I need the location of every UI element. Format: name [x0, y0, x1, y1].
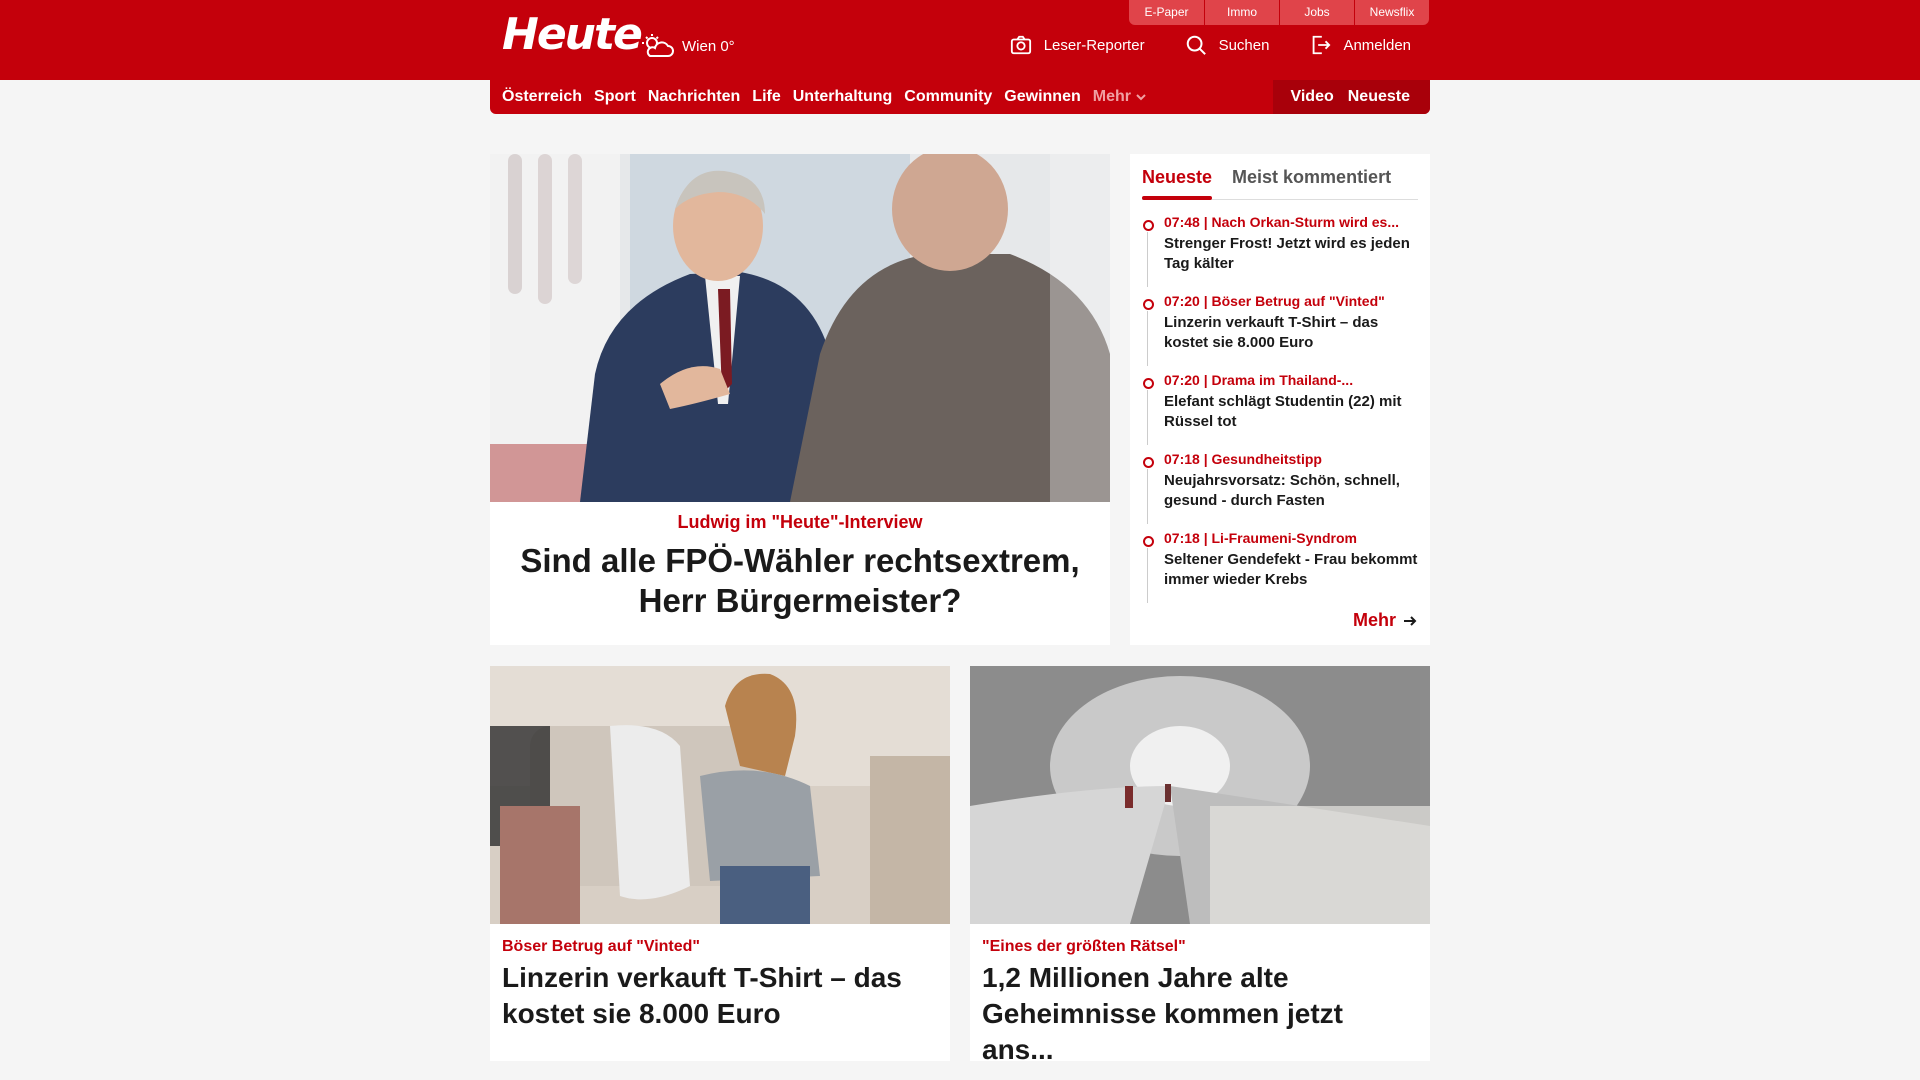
leser-reporter-button[interactable]: Leser-Reporter	[1010, 34, 1145, 56]
article-image[interactable]	[970, 666, 1430, 924]
sidebar-more-link[interactable]: Mehr	[1353, 610, 1418, 631]
header-actions: Leser-Reporter Suchen Anmelden	[1010, 34, 1411, 56]
list-item-meta: 07:20 | Böser Betrug auf "Vinted"	[1164, 293, 1385, 309]
list-item-meta: 07:20 | Drama im Thailand-...	[1164, 372, 1354, 388]
nav-item-community[interactable]: Community	[904, 88, 992, 106]
hero-article[interactable]: Ludwig im "Heute"-Interview Sind alle FP…	[490, 154, 1110, 645]
nav-item-nachrichten[interactable]: Nachrichten	[648, 88, 740, 106]
list-item-meta: 07:18 | Li-Fraumeni-Syndrom	[1164, 530, 1357, 546]
nav-item-gewinnen[interactable]: Gewinnen	[1004, 88, 1080, 106]
list-item[interactable]: 07:20 | Drama im Thailand-... Elefant sc…	[1142, 372, 1422, 451]
list-item[interactable]: 07:20 | Böser Betrug auf "Vinted" Linzer…	[1142, 293, 1422, 372]
immo-link[interactable]: Immo	[1204, 0, 1279, 25]
partly-cloudy-icon	[642, 34, 674, 57]
news-timeline: 07:48 | Nach Orkan-Sturm wird es... Stre…	[1142, 214, 1422, 609]
hero-image[interactable]	[490, 154, 1110, 502]
list-item[interactable]: 07:18 | Gesundheitstipp Neujahrsvorsatz:…	[1142, 451, 1422, 530]
header-bar	[0, 0, 1920, 80]
ice-tunnel-photo	[970, 666, 1430, 924]
main-nav: Österreich Sport Nachrichten Life Unterh…	[490, 80, 1430, 114]
tab-neueste[interactable]: Neueste	[1142, 154, 1213, 200]
arrow-right-icon	[1404, 615, 1417, 626]
sidebar-more-label: Mehr	[1352, 610, 1396, 630]
nav-item-sport[interactable]: Sport	[594, 88, 636, 106]
service-links: E-Paper Immo Jobs Newsflix	[1129, 0, 1429, 25]
search-icon	[1186, 35, 1206, 55]
nav-more-label: Mehr	[1092, 88, 1131, 105]
login-icon	[1313, 35, 1331, 55]
login-label: Anmelden	[1343, 36, 1411, 54]
search-label: Suchen	[1218, 36, 1270, 54]
article-headline[interactable]: 1,2 Millionen Jahre alte Geheimnisse kom…	[982, 960, 1418, 1068]
interview-photo	[490, 154, 1110, 502]
list-item-headline[interactable]: Elefant schlägt Studentin (22) mit Rüsse…	[1164, 392, 1422, 432]
chevron-down-icon	[1136, 94, 1146, 101]
article-image[interactable]	[490, 666, 950, 924]
nav-item-life[interactable]: Life	[752, 88, 780, 106]
clothes-photo	[490, 666, 950, 924]
nav-highlight-box: Video Neueste	[1273, 80, 1430, 114]
nav-item-unterhaltung[interactable]: Unterhaltung	[793, 88, 893, 106]
weather-label: Wien 0°	[682, 37, 735, 55]
hero-kicker[interactable]: Ludwig im "Heute"-Interview	[490, 512, 1110, 533]
news-ticker-sidebar: Neueste Meist kommentiert 07:48 | Nach O…	[1130, 154, 1430, 645]
nav-video-link[interactable]: Video	[1290, 88, 1333, 106]
article-kicker[interactable]: "Eines der größten Rätsel"	[982, 938, 1186, 956]
epaper-link[interactable]: E-Paper	[1129, 0, 1204, 25]
list-item-meta: 07:48 | Nach Orkan-Sturm wird es...	[1164, 214, 1399, 230]
list-item-meta: 07:18 | Gesundheitstipp	[1164, 451, 1322, 467]
list-item[interactable]: 07:18 | Li-Fraumeni-Syndrom Seltener Gen…	[1142, 530, 1422, 609]
nav-neueste-link[interactable]: Neueste	[1348, 88, 1410, 106]
weather-widget[interactable]: Wien 0°	[640, 28, 735, 64]
search-button[interactable]: Suchen	[1185, 34, 1270, 56]
jobs-link[interactable]: Jobs	[1279, 0, 1354, 25]
nav-more-dropdown[interactable]: Mehr	[1093, 88, 1147, 106]
nav-item-oesterreich[interactable]: Österreich	[502, 88, 582, 106]
newsflix-link[interactable]: Newsflix	[1354, 0, 1429, 25]
heute-logo[interactable]: Heute	[502, 10, 643, 60]
list-item-headline[interactable]: Neujahrsvorsatz: Schön, schnell, gesund …	[1164, 471, 1422, 511]
article-kicker[interactable]: Böser Betrug auf "Vinted"	[502, 938, 700, 956]
article-card[interactable]: Böser Betrug auf "Vinted" Linzerin verka…	[490, 666, 950, 1061]
article-headline[interactable]: Linzerin verkauft T-Shirt – das kostet s…	[502, 960, 938, 1032]
login-button[interactable]: Anmelden	[1309, 34, 1411, 56]
camera-icon	[1010, 35, 1031, 55]
list-item-headline[interactable]: Strenger Frost! Jetzt wird es jeden Tag …	[1164, 234, 1422, 274]
article-card[interactable]: "Eines der größten Rätsel" 1,2 Millionen…	[970, 666, 1430, 1065]
list-item[interactable]: 07:48 | Nach Orkan-Sturm wird es... Stre…	[1142, 214, 1422, 293]
tab-meist-kommentiert[interactable]: Meist kommentiert	[1232, 154, 1391, 199]
list-item-headline[interactable]: Linzerin verkauft T-Shirt – das kostet s…	[1164, 313, 1422, 353]
sidebar-tabs: Neueste Meist kommentiert	[1142, 154, 1418, 200]
leser-reporter-label: Leser-Reporter	[1043, 36, 1145, 54]
hero-headline[interactable]: Sind alle FPÖ-Wähler rechtsextrem, Herr …	[490, 541, 1110, 621]
hero-caption: Ludwig im "Heute"-Interview Sind alle FP…	[490, 512, 1110, 621]
list-item-headline[interactable]: Seltener Gendefekt - Frau bekommt immer …	[1164, 550, 1422, 590]
